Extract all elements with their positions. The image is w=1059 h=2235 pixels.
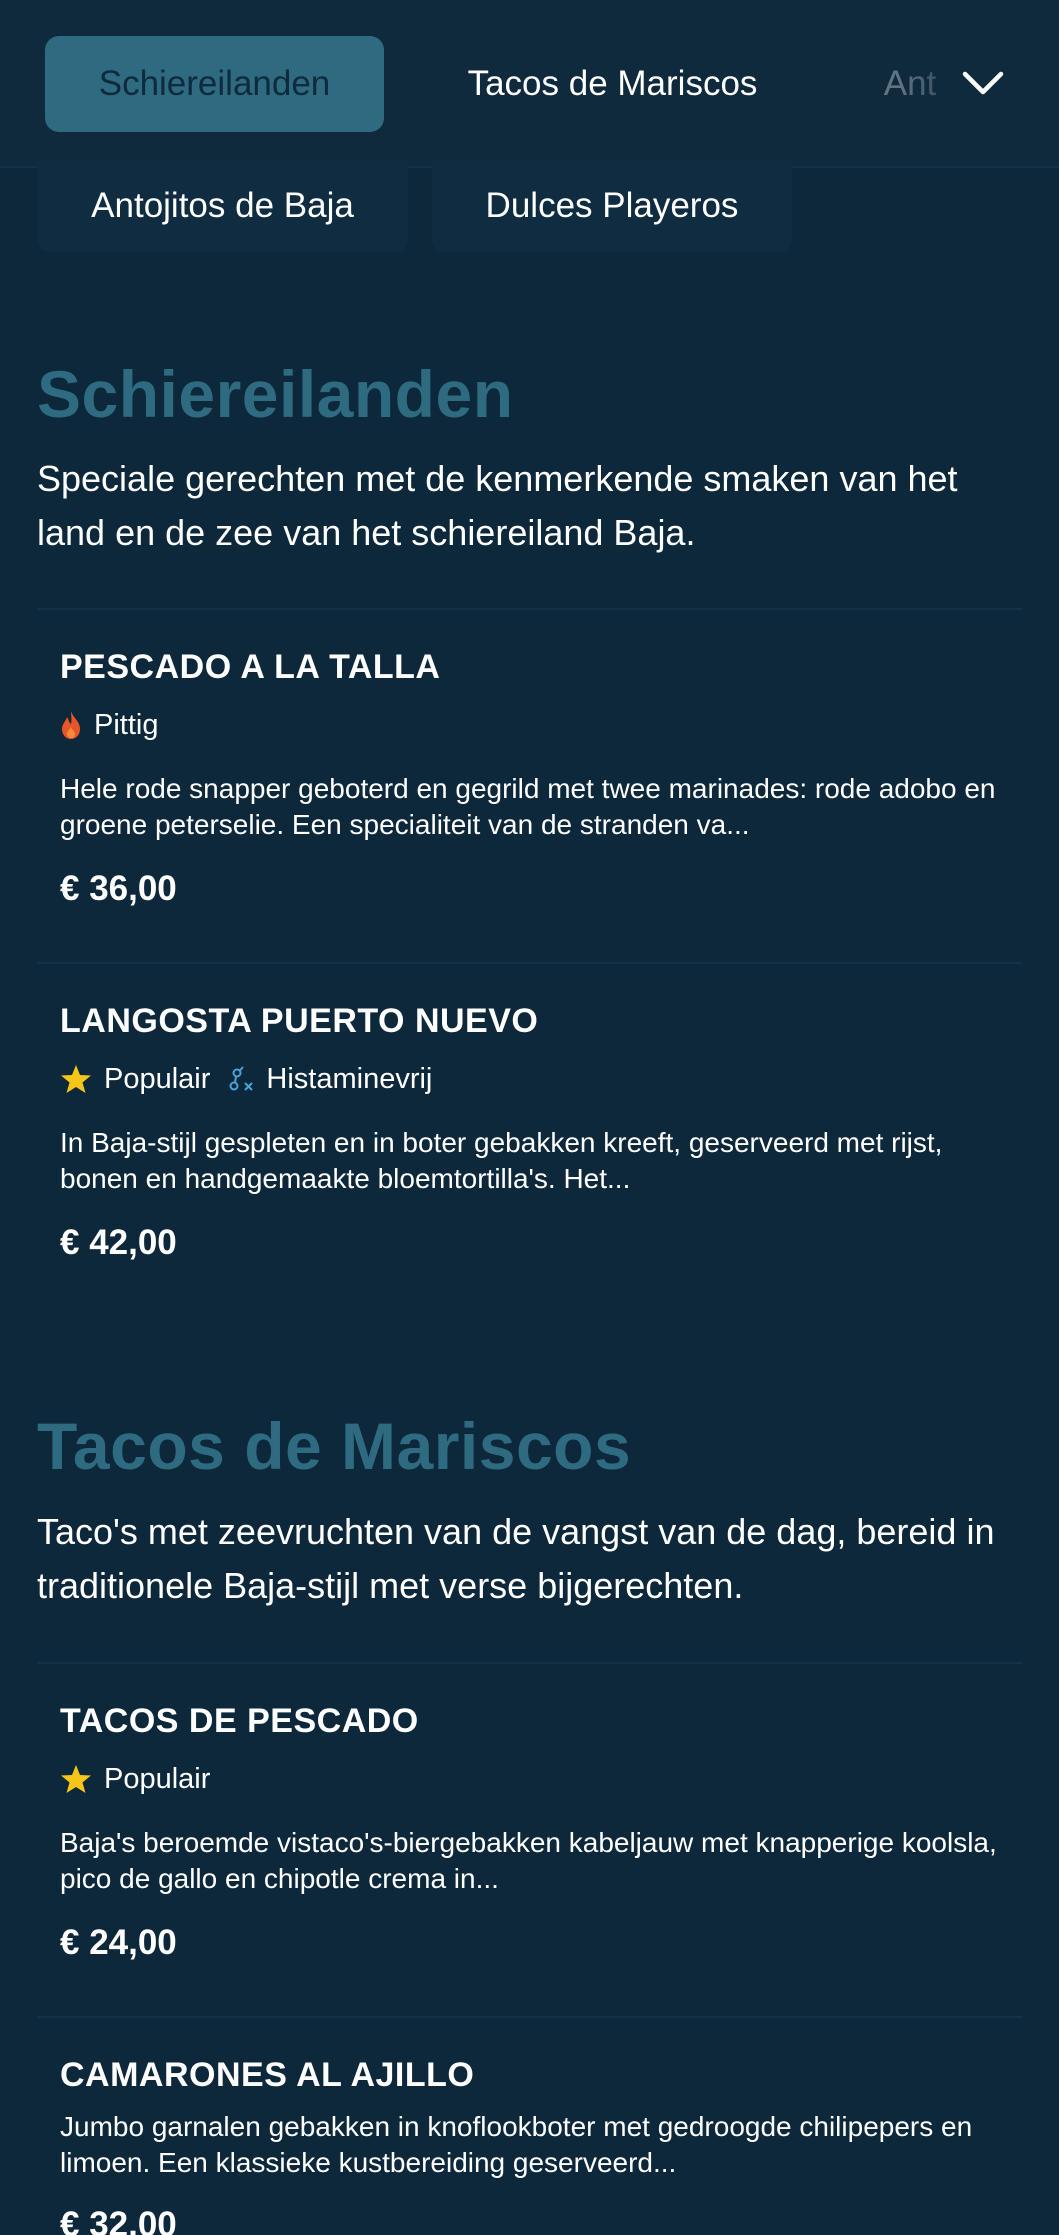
section-title-tacos-de-mariscos: Tacos de Mariscos: [37, 1409, 632, 1483]
tag-histamine-free: Histaminevrij: [228, 1063, 432, 1096]
dish-tags: Populair Histaminevrij: [60, 1061, 1000, 1097]
dish-description: Baja's beroemde vistaco's-biergebakken k…: [60, 1827, 997, 1894]
tag-spicy: Pittig: [60, 709, 158, 742]
tag-label: Populair: [104, 1062, 211, 1095]
category-nav: Schiereilanden Tacos de Mariscos Ant: [0, 0, 1059, 168]
flame-icon: [62, 711, 80, 739]
tag-popular: Populair: [60, 1763, 210, 1796]
dish-name: CAMARONES AL AJILLO: [60, 2056, 475, 2094]
menu-item[interactable]: LANGOSTA PUERTO NUEVO Populair Histamine…: [60, 1002, 1000, 1263]
dish-description: Hele rode snapper geboterd en gegrild me…: [60, 773, 996, 840]
section-description: Taco's met zeevruchten van de vangst van…: [37, 1511, 995, 1606]
tag-label: Populair: [104, 1762, 211, 1795]
dish-name: TACOS DE PESCADO: [60, 1702, 419, 1740]
star-icon: [61, 1765, 91, 1793]
tag-popular: Populair: [60, 1063, 210, 1096]
dish-price: € 36,00: [60, 869, 177, 908]
dish-name: PESCADO A LA TALLA: [60, 648, 441, 686]
section-title-schiereilanden: Schiereilanden: [37, 357, 514, 431]
tab-tacos-de-mariscos[interactable]: Tacos de Mariscos: [420, 36, 805, 132]
tab-dulces-playeros[interactable]: Dulces Playeros: [432, 160, 792, 252]
dish-tags: Pittig: [60, 707, 1000, 743]
tag-label: Histaminevrij: [266, 1062, 433, 1095]
dish-description: In Baja-stijl gespleten en in boter geba…: [60, 1127, 943, 1194]
dish-description: Jumbo garnalen gebakken in knoflookboter…: [60, 2111, 973, 2178]
star-icon: [61, 1065, 91, 1093]
section-description: Speciale gerechten met de kenmerkende sm…: [37, 458, 958, 553]
divider: [37, 1662, 1022, 1664]
dish-tags: Populair: [60, 1761, 1000, 1797]
menu-item[interactable]: CAMARONES AL AJILLO Jumbo garnalen gebak…: [60, 2056, 1000, 2235]
menu-page: Schiereilanden Tacos de Mariscos Ant Ant…: [0, 0, 1059, 2235]
tab-schiereilanden[interactable]: Schiereilanden: [45, 36, 384, 132]
menu-item[interactable]: PESCADO A LA TALLA Pittig Hele rode snap…: [60, 648, 1000, 909]
dish-name: LANGOSTA PUERTO NUEVO: [60, 1002, 539, 1040]
histamine-free-icon: [229, 1066, 254, 1091]
menu-item[interactable]: TACOS DE PESCADO Populair Baja's beroemd…: [60, 1702, 1000, 1963]
divider: [37, 962, 1022, 964]
divider: [37, 608, 1022, 610]
dish-price: € 32,00: [60, 2205, 177, 2235]
divider: [37, 2016, 1022, 2018]
tag-label: Pittig: [94, 708, 159, 741]
chevron-down-icon[interactable]: [957, 58, 1009, 110]
tab-antojitos-de-baja-row2[interactable]: Antojitos de Baja: [37, 160, 408, 252]
dish-price: € 42,00: [60, 1223, 177, 1262]
dish-price: € 24,00: [60, 1923, 177, 1962]
